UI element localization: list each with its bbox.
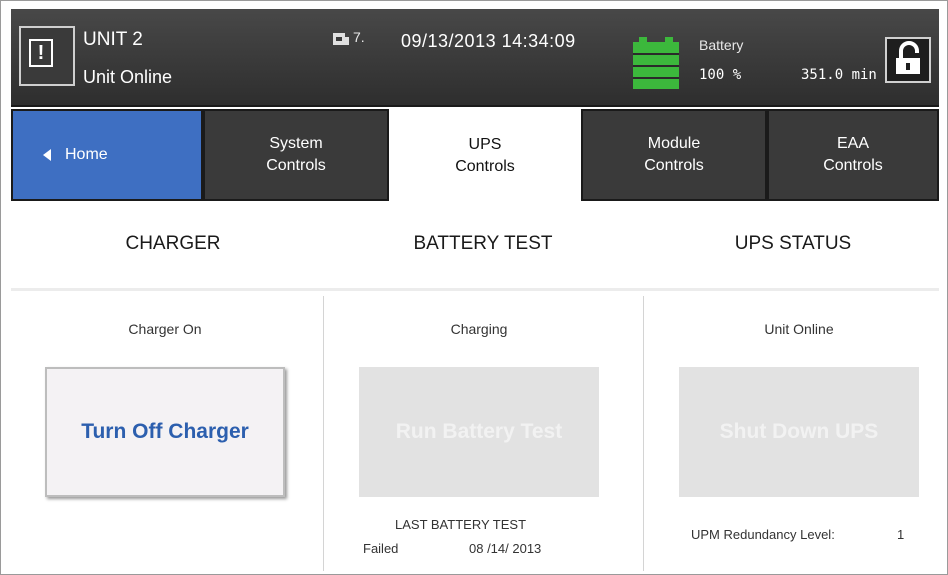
back-arrow-icon <box>43 149 51 161</box>
charger-status: Charger On <box>128 321 202 337</box>
tab-module-controls[interactable]: Module Controls <box>581 109 767 201</box>
battery-label: Battery <box>699 37 744 53</box>
date-time: 09/13/2013 14:34:09 <box>401 31 576 51</box>
unit-name: UNIT 2 <box>83 29 143 50</box>
ups-notice-glyph <box>333 33 349 45</box>
tab-ups-controls[interactable]: UPS Controls <box>389 109 581 201</box>
last-battery-test-result: Failed <box>363 541 399 556</box>
tab-label-line1: UPS <box>468 136 502 153</box>
panel-divider <box>323 296 324 571</box>
shut-down-ups-button[interactable]: Shut Down UPS <box>679 367 919 497</box>
alarm-button[interactable]: ! <box>19 26 75 86</box>
nav-tabs: Home System Controls UPS Controls Module… <box>11 109 939 201</box>
notice-icon[interactable]: 7. <box>331 29 371 51</box>
tab-label-line1: EAA <box>836 135 869 152</box>
turn-off-charger-button[interactable]: Turn Off Charger <box>45 367 285 497</box>
ups-control-screen: ! UNIT 2 Unit Online 7. 09/13/2013 14:34… <box>0 0 948 575</box>
tab-label-line2: Controls <box>455 158 515 175</box>
tab-home[interactable]: Home <box>11 109 203 201</box>
section-headings: CHARGER BATTERY TEST UPS STATUS <box>11 201 939 291</box>
battery-test-heading: BATTERY TEST <box>413 233 553 254</box>
tab-label-line2: Controls <box>644 157 704 174</box>
tab-system-controls[interactable]: System Controls <box>203 109 389 201</box>
battery-runtime: 351.0 min <box>801 67 877 83</box>
tab-label-line1: System <box>269 135 323 152</box>
redundancy-value: 1 <box>897 527 905 542</box>
tab-label-line1: Module <box>647 135 701 152</box>
notice-suffix: 7. <box>353 29 365 45</box>
battery-test-status: Charging <box>450 321 508 337</box>
ups-status-heading: UPS STATUS <box>734 233 852 254</box>
redundancy-label: UPM Redundancy Level: <box>691 527 835 542</box>
tab-home-label: Home <box>65 146 108 163</box>
run-battery-test-button[interactable]: Run Battery Test <box>359 367 599 497</box>
battery-percent: 100 % <box>699 67 742 83</box>
panel-divider <box>643 296 644 571</box>
charger-heading: CHARGER <box>125 233 221 254</box>
ups-unit-status: Unit Online <box>764 321 834 337</box>
tab-label-line2: Controls <box>266 157 326 174</box>
tab-label-line2: Controls <box>823 157 883 174</box>
last-battery-test-label: LAST BATTERY TEST <box>395 517 527 532</box>
unlock-icon <box>896 41 920 74</box>
lock-button[interactable] <box>885 37 931 83</box>
last-battery-test-date: 08 /14/ 2013 <box>469 541 542 556</box>
unit-status: Unit Online <box>83 67 173 87</box>
battery-icon <box>633 37 683 89</box>
tab-eaa-controls[interactable]: EAA Controls <box>767 109 939 201</box>
status-header: ! UNIT 2 Unit Online 7. 09/13/2013 14:34… <box>11 9 939 107</box>
alarm-icon: ! <box>29 39 53 67</box>
